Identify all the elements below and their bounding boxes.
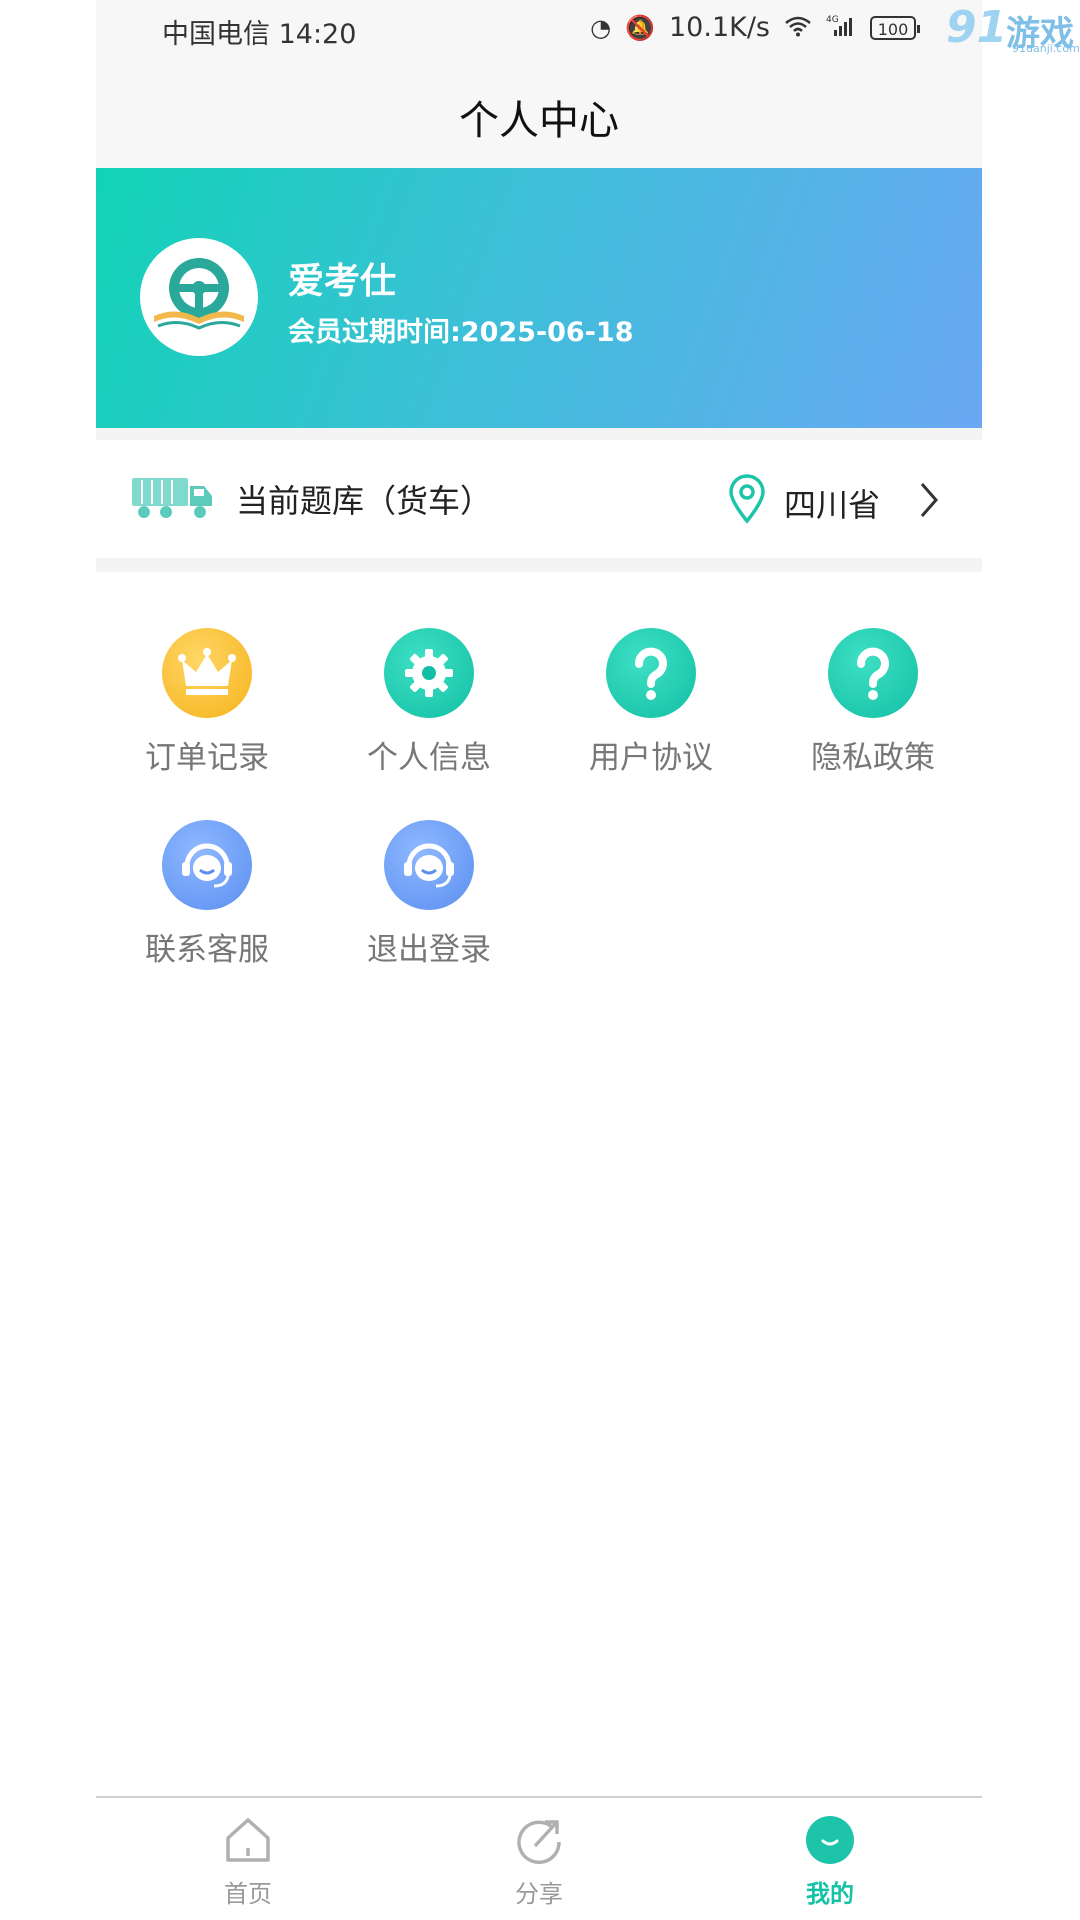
question-bank-row[interactable]: 当前题库（货车） 四川省 <box>96 440 982 558</box>
page-title: 个人中心 <box>459 98 619 144</box>
gear-icon <box>384 628 474 718</box>
carrier-time: 中国电信 14:20 <box>162 19 357 50</box>
headset-icon <box>162 820 252 910</box>
location-pin-icon <box>729 474 765 524</box>
battery-icon: 100 <box>870 15 920 40</box>
title-bar: 个人中心 <box>96 62 982 168</box>
status-icons: ◔ 🔕 10.1K/s 4G 100 <box>590 12 920 43</box>
menu-label: 退出登录 <box>367 932 491 968</box>
menu-label: 订单记录 <box>145 740 269 776</box>
menu-user-agreement[interactable]: 用户协议 <box>540 628 762 798</box>
headset-icon <box>384 820 474 910</box>
question-icon <box>828 628 918 718</box>
battery-level: 100 <box>877 19 909 39</box>
menu-label: 个人信息 <box>367 740 491 776</box>
share-icon <box>517 1820 561 1864</box>
avatar[interactable] <box>140 238 258 356</box>
menu-personal-info[interactable]: 个人信息 <box>318 628 540 798</box>
menu-label: 用户协议 <box>589 740 713 776</box>
menu-logout[interactable]: 退出登录 <box>318 820 540 990</box>
chevron-right-icon[interactable] <box>918 480 940 520</box>
question-icon <box>606 628 696 718</box>
steering-wheel-logo-icon <box>154 258 244 330</box>
divider <box>96 428 982 440</box>
watermark-logo: 91 游戏 91danji.com <box>946 2 1080 55</box>
nav-label: 我的 <box>806 1880 854 1908</box>
menu-customer-service[interactable]: 联系客服 <box>96 820 318 990</box>
network-speed: 10.1K/s <box>669 12 770 43</box>
app-screen: 中国电信 14:20 ◔ 🔕 10.1K/s 4G 100 个人中心 爱考仕 会… <box>96 0 982 1920</box>
crown-icon <box>162 628 252 718</box>
status-bar: 中国电信 14:20 ◔ 🔕 10.1K/s 4G 100 <box>96 0 982 62</box>
bottom-nav: 首页 分享 我的 <box>96 1798 982 1920</box>
truck-icon <box>132 478 212 518</box>
speedometer-icon: ◔ <box>590 13 612 42</box>
user-name: 爱考仕 <box>288 261 397 302</box>
profile-banner: 爱考仕 会员过期时间:2025-06-18 <box>96 168 982 428</box>
province-selector[interactable]: 四川省 <box>784 480 880 526</box>
menu-label: 隐私政策 <box>811 740 935 776</box>
nav-label: 分享 <box>515 1880 563 1908</box>
wifi-icon <box>784 15 812 41</box>
mute-bell-icon: 🔕 <box>625 13 655 42</box>
menu-order-records[interactable]: 订单记录 <box>96 628 318 798</box>
divider <box>96 558 982 572</box>
nav-share[interactable]: 分享 <box>449 1798 629 1920</box>
menu-privacy-policy[interactable]: 隐私政策 <box>762 628 984 798</box>
network-type: 4G <box>826 15 839 25</box>
nav-home[interactable]: 首页 <box>158 1798 338 1920</box>
nav-label: 首页 <box>224 1880 272 1908</box>
watermark-url: 91danji.com <box>1012 42 1080 55</box>
nav-mine[interactable]: 我的 <box>740 1798 920 1920</box>
watermark-number: 91 <box>946 2 1008 53</box>
current-bank-label: 当前题库（货车） <box>236 482 493 520</box>
menu-label: 联系客服 <box>145 932 269 968</box>
profile-icon <box>806 1816 854 1864</box>
membership-expiry: 会员过期时间:2025-06-18 <box>288 317 634 348</box>
signal-icon: 4G <box>826 14 856 42</box>
home-icon <box>226 1818 270 1862</box>
